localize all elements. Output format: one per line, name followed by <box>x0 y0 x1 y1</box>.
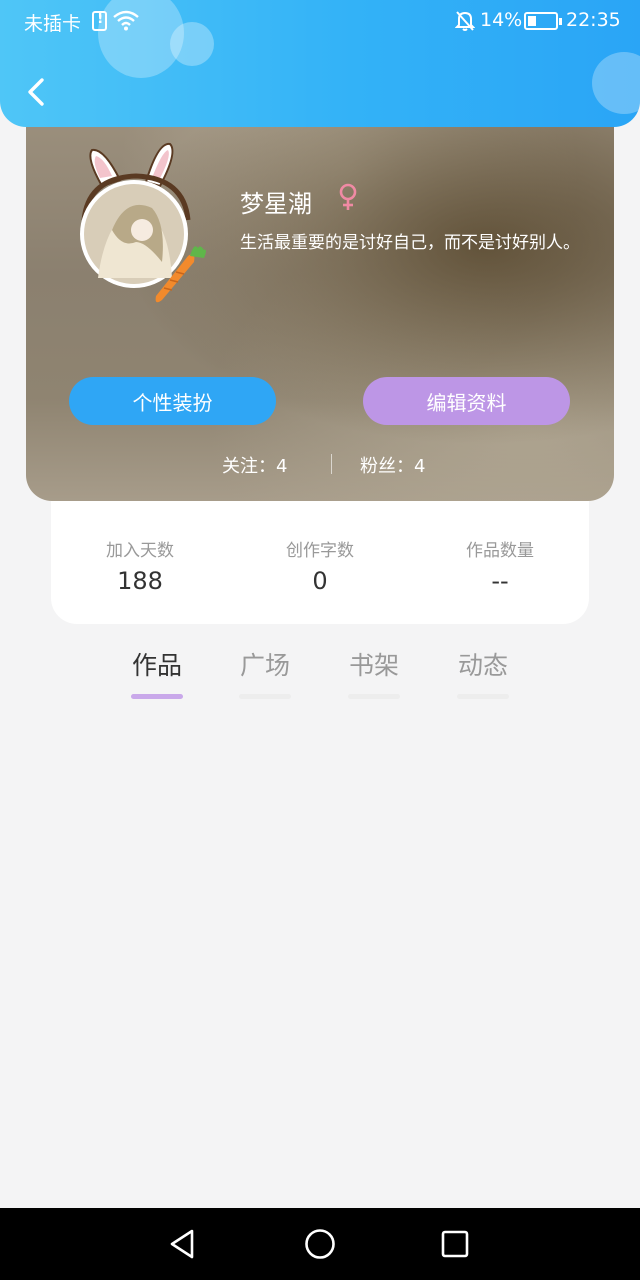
system-nav-bar <box>0 1208 640 1280</box>
tab-underline <box>239 694 291 699</box>
tab-label: 作品 <box>131 651 182 680</box>
wifi-icon <box>113 10 139 31</box>
top-header: 未插卡 14% 22:35 <box>0 0 640 127</box>
stat-label: 加入天数 <box>106 541 174 561</box>
tab-feed[interactable]: 动态 <box>448 646 518 699</box>
tab-label: 书架 <box>348 651 399 680</box>
stat-value: 188 <box>117 567 163 595</box>
carrier-text: 未插卡 <box>24 13 82 35</box>
avatar[interactable] <box>76 138 216 308</box>
stats-card: 加入天数 188 创作字数 0 作品数量 -- <box>51 490 589 624</box>
signature-text: 生活最重要的是讨好自己，而不是讨好别人。 <box>240 233 580 253</box>
stat-works-count: 作品数量 -- <box>430 536 570 595</box>
nav-recent-square-icon[interactable] <box>437 1226 473 1262</box>
bunny-avatar-image <box>80 142 206 303</box>
tab-works[interactable]: 作品 <box>122 646 192 699</box>
battery-percent: 14% <box>480 9 523 31</box>
profile-card: 梦星潮 生活最重要的是讨好自己，而不是讨好别人。 个性装扮 编辑资料 关注：4 … <box>26 90 614 501</box>
fans-count[interactable]: 粉丝：4 <box>360 452 425 478</box>
stat-label: 作品数量 <box>466 541 534 561</box>
battery-charging-icon <box>524 12 562 30</box>
edit-profile-button[interactable]: 编辑资料 <box>363 377 570 425</box>
status-bar: 未插卡 14% 22:35 <box>0 0 640 44</box>
follow-stats: 关注：4 粉丝：4 <box>26 452 614 478</box>
nickname: 梦星潮 <box>240 190 312 218</box>
divider <box>331 454 332 474</box>
tab-square[interactable]: 广场 <box>230 646 300 699</box>
sim-alert-icon <box>92 11 107 31</box>
stat-value: 0 <box>312 567 328 595</box>
nav-back-triangle-icon[interactable] <box>164 1226 200 1262</box>
tab-underline <box>131 694 183 699</box>
following-count[interactable]: 关注：4 <box>222 452 287 478</box>
female-icon <box>339 183 357 210</box>
stat-word-count: 创作字数 0 <box>250 536 390 595</box>
stat-label: 创作字数 <box>286 541 354 561</box>
tab-label: 广场 <box>239 651 290 680</box>
stat-join-days: 加入天数 188 <box>70 536 210 595</box>
clock: 22:35 <box>566 9 621 31</box>
tab-label: 动态 <box>457 651 508 680</box>
dress-up-button[interactable]: 个性装扮 <box>69 377 276 425</box>
tab-bookshelf[interactable]: 书架 <box>339 646 409 699</box>
tab-underline <box>348 694 400 699</box>
tab-underline <box>457 694 509 699</box>
nav-home-circle-icon[interactable] <box>302 1226 338 1262</box>
back-chevron-icon[interactable] <box>18 72 52 112</box>
mute-bell-icon <box>455 11 475 31</box>
decor-bubble <box>592 52 640 114</box>
stat-value: -- <box>491 567 509 595</box>
